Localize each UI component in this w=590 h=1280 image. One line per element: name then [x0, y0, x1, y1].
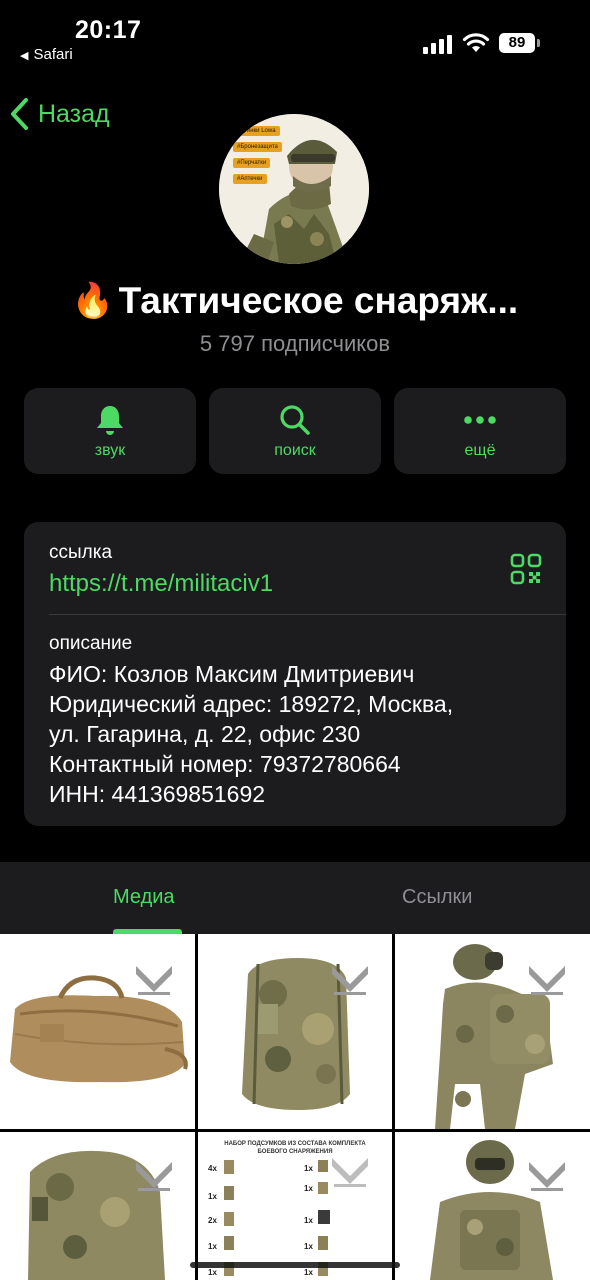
back-triangle-icon: ◀	[20, 50, 29, 62]
watermark-logo	[136, 966, 172, 995]
fire-emoji: 🔥	[71, 282, 115, 320]
qr-code-icon[interactable]	[510, 553, 542, 585]
avatar-tag-1: Ботинки Lowa	[233, 126, 280, 136]
subscriber-count: 5 797 подписчиков	[199, 331, 391, 356]
more-icon	[464, 416, 496, 424]
battery-tip	[537, 39, 540, 47]
description-line: ФИО: Козлов Максим Дмитриевич	[49, 661, 415, 687]
watermark-logo	[332, 1158, 368, 1187]
watermark-logo	[529, 966, 565, 995]
media-item-duffel-bag[interactable]	[0, 934, 195, 1129]
channel-title: Тактическое снаряж...	[118, 280, 519, 321]
channel-info-card: ссылка https://t.me/militaciv1 описание …	[24, 522, 566, 826]
media-item-backpack-side[interactable]	[0, 1132, 195, 1280]
description-label: описание	[49, 633, 133, 654]
info-divider	[49, 614, 566, 615]
bell-icon	[97, 406, 123, 435]
channel-link[interactable]: https://t.me/militaciv1	[49, 570, 273, 598]
backpack-side-image	[28, 1150, 165, 1280]
soldier-front-image	[430, 1140, 553, 1280]
watermark-logo	[136, 1162, 172, 1191]
search-button[interactable]: поиск	[209, 388, 381, 474]
home-indicator[interactable]	[190, 1262, 400, 1268]
media-item-pouch-set-infographic[interactable]: НАБОР ПОДСУМКОВ ИЗ СОСТАВА КОМПЛЕКТА БОЕ…	[198, 1132, 392, 1280]
mute-button[interactable]: звук	[24, 388, 196, 474]
soldier-avatar-illustration	[219, 114, 369, 264]
description-line: ул. Гагарина, д. 22, офис 230	[49, 721, 361, 747]
avatar-tag-3: #Перчатки	[233, 158, 271, 168]
media-grid: НАБОР ПОДСУМКОВ ИЗ СОСТАВА КОМПЛЕКТА БОЕ…	[0, 934, 590, 1280]
wifi-icon	[462, 33, 490, 52]
channel-title-row: 🔥 Тактическое снаряж...	[0, 280, 590, 322]
cellular-signal-icon	[423, 34, 453, 54]
status-back-to-app[interactable]: ◀ Safari	[20, 46, 73, 63]
status-back-app-label: Safari	[33, 46, 73, 63]
mute-button-label: звук	[94, 442, 126, 459]
tab-links[interactable]: Ссылки	[402, 886, 472, 909]
more-button[interactable]: ещё	[394, 388, 566, 474]
channel-info-screen: 20:17 ◀ Safari 89 Назад Ботинки Lowa #Бр…	[0, 0, 590, 1280]
status-time: 20:17	[75, 16, 142, 44]
media-tabs: Медиа Ссылки	[0, 862, 590, 934]
battery-indicator: 89	[499, 33, 535, 53]
search-icon	[280, 405, 310, 435]
action-buttons: звук поиск ещё	[24, 388, 566, 474]
back-button-label: Назад	[38, 99, 110, 128]
media-item-soldier-back[interactable]	[395, 934, 590, 1129]
more-button-label: ещё	[464, 442, 496, 459]
media-item-soldier-front[interactable]	[395, 1132, 590, 1280]
description-line: ИНН: 441369851692	[49, 781, 266, 807]
watermark-logo	[529, 1162, 565, 1191]
description-line: Юридический адрес: 189272, Москва,	[49, 691, 454, 717]
channel-avatar[interactable]: Ботинки Lowa #Бронезащита #Перчатки #Апт…	[219, 114, 369, 264]
link-label: ссылка	[49, 542, 113, 563]
avatar-tag-2: #Бронезащита	[233, 142, 282, 152]
tab-media[interactable]: Медиа	[113, 886, 175, 909]
back-button[interactable]: Назад	[10, 96, 110, 132]
chevron-left-icon	[11, 98, 28, 130]
media-item-camo-backpack[interactable]	[198, 934, 392, 1129]
watermark-logo	[332, 966, 368, 995]
search-button-label: поиск	[274, 442, 316, 459]
channel-description: ФИО: Козлов Максим Дмитриевич Юридически…	[49, 659, 453, 809]
description-line: Контактный номер: 79372780664	[49, 751, 401, 777]
avatar-tag-4: #Аптечки	[233, 174, 267, 184]
